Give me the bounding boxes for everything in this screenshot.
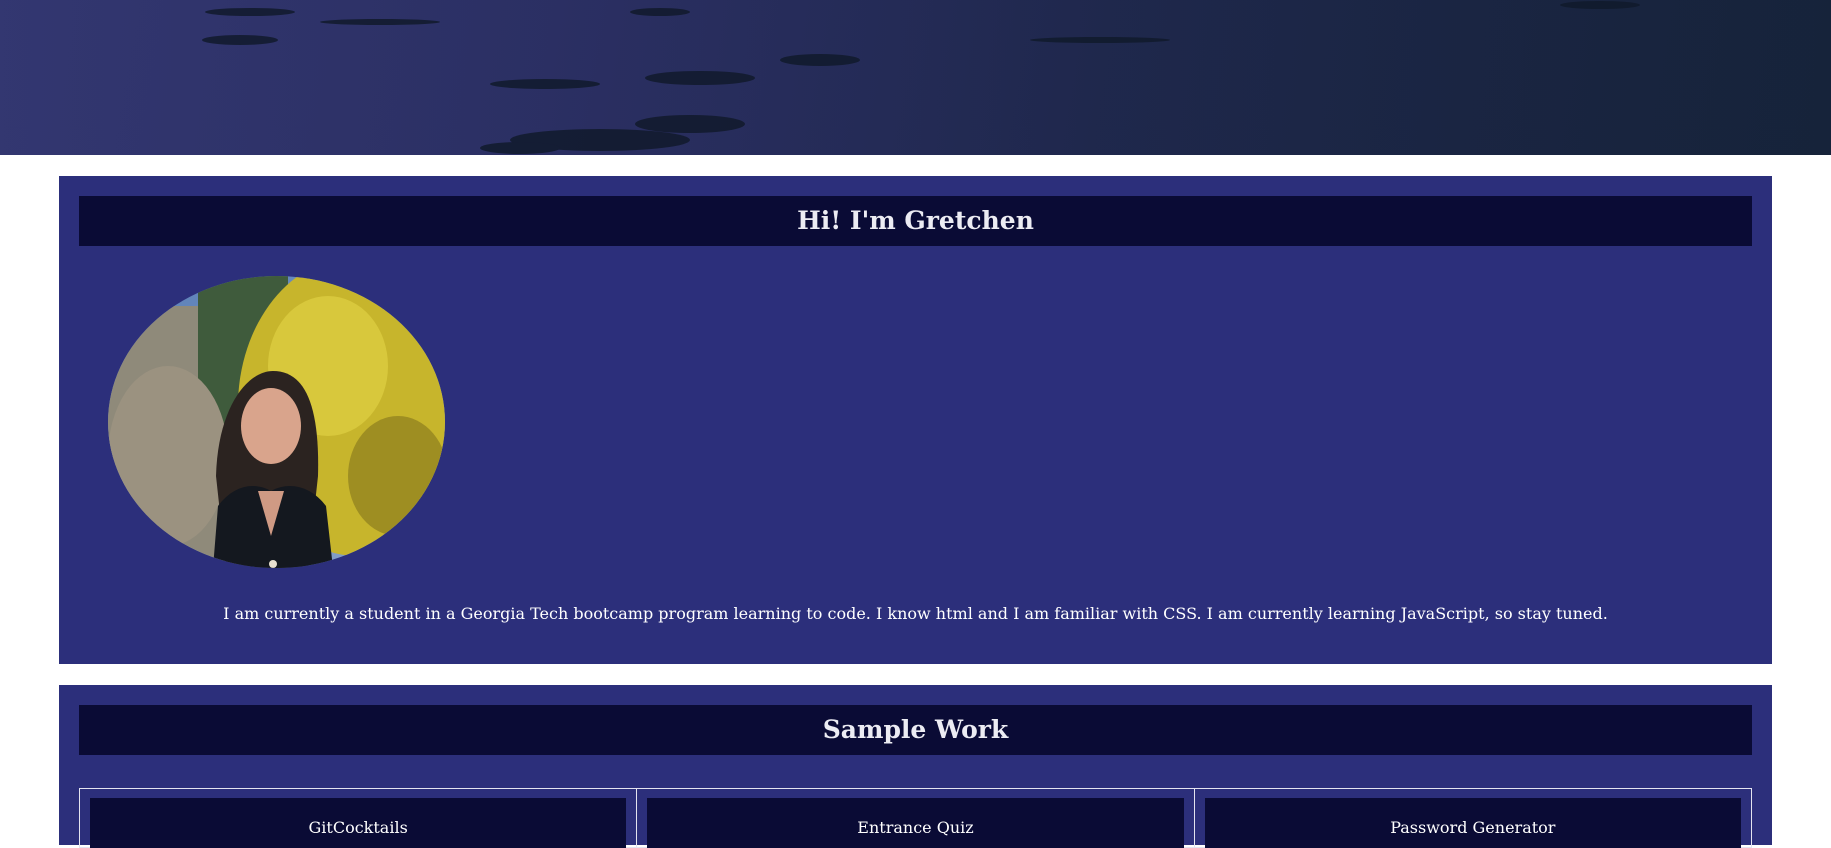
bio-text: I am currently a student in a Georgia Te…: [223, 604, 1608, 623]
project-card[interactable]: GitCocktails: [80, 789, 638, 848]
project-card[interactable]: Entrance Quiz: [637, 789, 1195, 848]
project-cards: GitCocktails Entrance Quiz Password Gene…: [79, 788, 1752, 848]
hero-banner-image: [0, 0, 1831, 155]
profile-photo: [108, 276, 445, 568]
project-title[interactable]: GitCocktails: [90, 798, 627, 848]
sample-work-section: Sample Work GitCocktails Entrance Quiz P…: [59, 685, 1772, 848]
project-title[interactable]: Password Generator: [1204, 798, 1741, 848]
project-title[interactable]: Entrance Quiz: [647, 798, 1184, 848]
sample-work-heading: Sample Work: [79, 705, 1752, 755]
about-heading: Hi! I'm Gretchen: [79, 196, 1752, 246]
project-card[interactable]: Password Generator: [1195, 789, 1751, 848]
about-section: Hi! I'm Gretchen I am currently a studen…: [59, 176, 1772, 664]
